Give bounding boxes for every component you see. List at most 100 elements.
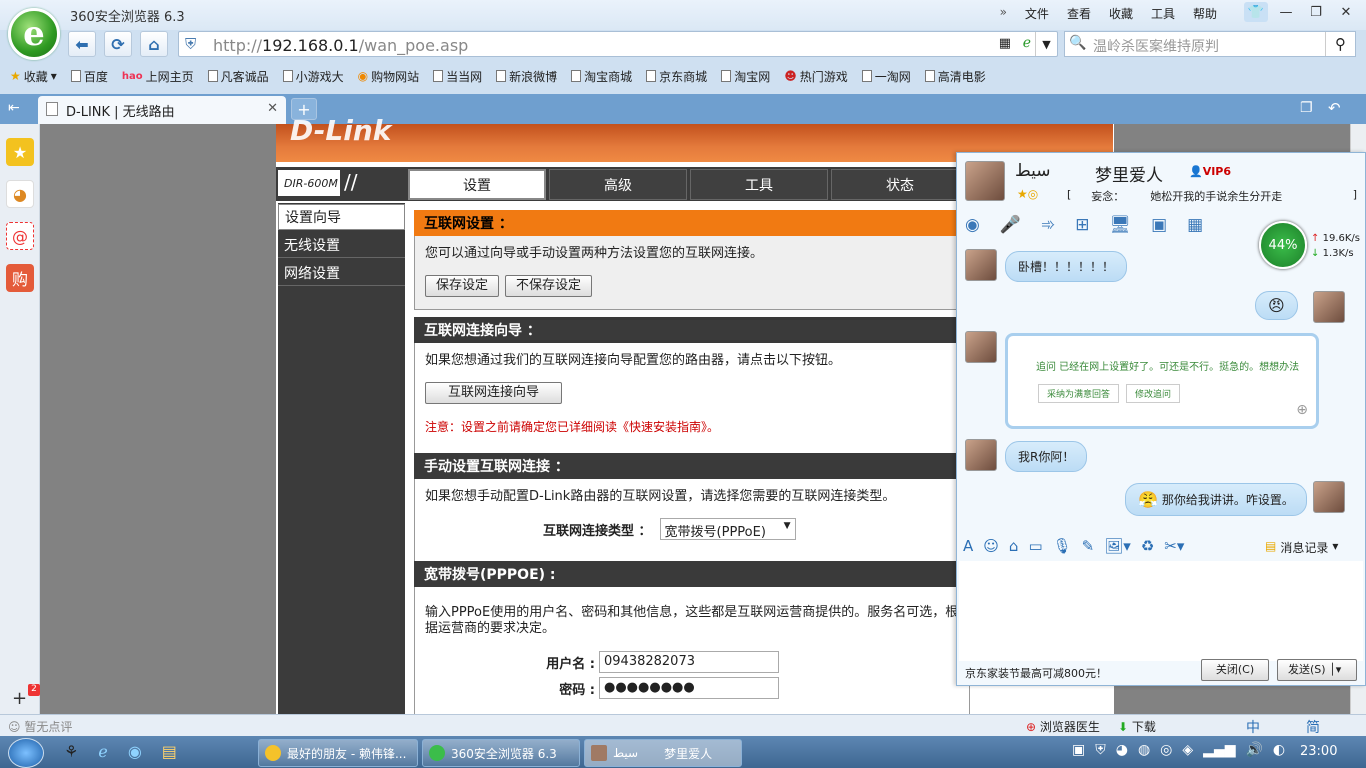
screenshot-icon[interactable]: ✂▾ bbox=[1164, 537, 1184, 555]
voice-message-icon[interactable]: 🎙 bbox=[1053, 537, 1072, 555]
search-box[interactable]: 🔍 温岭杀医案维持原判 ⚲ bbox=[1064, 31, 1356, 57]
volume-icon[interactable]: 🔊 bbox=[1245, 742, 1262, 758]
clock[interactable]: 23:00 bbox=[1300, 744, 1337, 759]
browser-icon[interactable]: ◉ bbox=[128, 742, 142, 761]
tab-tools[interactable]: 工具 bbox=[690, 169, 828, 200]
rating-status[interactable]: ☺ 暂无点评 bbox=[8, 718, 72, 735]
search-icon[interactable]: ⚲ bbox=[1325, 32, 1355, 56]
url-text[interactable]: http://192.168.0.1/wan_poe.asp bbox=[213, 36, 468, 55]
undo-close-icon[interactable]: ↶ bbox=[1328, 99, 1341, 117]
send-button[interactable]: 发送(S) │▾ bbox=[1277, 659, 1357, 681]
emoji-picker-icon[interactable]: ☺ bbox=[983, 537, 999, 555]
more-icon[interactable]: » bbox=[991, 5, 1016, 22]
security-icon[interactable]: ⛨ bbox=[1095, 742, 1106, 758]
weibo-icon[interactable]: ◕ bbox=[6, 180, 34, 208]
bookmark-item[interactable]: hao 上网主页 bbox=[122, 68, 194, 85]
browser-logo[interactable]: e bbox=[8, 8, 60, 60]
message-input[interactable] bbox=[959, 561, 1363, 661]
browser-doctor-button[interactable]: ⊕ 浏览器医生 bbox=[1026, 718, 1100, 735]
contact-name[interactable]: 梦里爱人 bbox=[1095, 161, 1163, 186]
favorites-button[interactable]: ★ 收藏 ▾ bbox=[10, 68, 57, 85]
tab-setup[interactable]: 设置 bbox=[408, 169, 546, 200]
search-engine-icon[interactable]: 🔍 bbox=[1069, 35, 1086, 51]
bookmark-item[interactable]: ◉ 购物网站 bbox=[358, 68, 420, 85]
search-input[interactable]: 温岭杀医案维持原判 bbox=[1093, 36, 1219, 56]
dont-save-settings-button[interactable]: 不保存设定 bbox=[505, 275, 593, 297]
menu-file[interactable]: 文件 bbox=[1016, 5, 1058, 22]
explorer-icon[interactable]: ▤ bbox=[162, 742, 177, 761]
bookmark-item[interactable]: ☻ 热门游戏 bbox=[784, 68, 848, 85]
modify-question-button[interactable]: 修改追问 bbox=[1126, 384, 1181, 403]
address-bar[interactable]: ⛨ http://192.168.0.1/wan_poe.asp ▦ ℯ ▼ bbox=[178, 31, 1058, 57]
remote-desktop-icon[interactable]: 🖥 bbox=[1110, 215, 1132, 235]
gallery-icon[interactable]: ▭ bbox=[1028, 537, 1042, 555]
bookmark-item[interactable]: 淘宝商城 bbox=[571, 68, 632, 85]
ie-icon[interactable]: ℯ bbox=[98, 742, 107, 761]
bookmark-item[interactable]: 一淘网 bbox=[861, 68, 911, 85]
restore-button[interactable]: ❐ bbox=[1304, 2, 1328, 22]
ime-mode[interactable]: 中 bbox=[1246, 717, 1260, 737]
close-icon[interactable]: ✕ bbox=[267, 101, 278, 116]
signal-icon[interactable]: ▂▄▆ bbox=[1203, 742, 1235, 758]
video-call-icon[interactable]: ◉ bbox=[965, 215, 980, 235]
bookmark-item[interactable]: 小游戏大 bbox=[282, 68, 344, 85]
menu-tools[interactable]: 工具 bbox=[1142, 5, 1184, 22]
mail-icon[interactable]: @ bbox=[6, 222, 34, 250]
doodle-icon[interactable]: ✎ bbox=[1082, 537, 1095, 555]
history-button[interactable]: ▤ 消息记录 ▾ bbox=[1265, 539, 1338, 556]
skin-icon[interactable]: 👕 bbox=[1244, 2, 1268, 22]
task-music[interactable]: 最好的朋友 - 赖伟锋... bbox=[258, 739, 418, 767]
menu-wireless-settings[interactable]: 无线设置 bbox=[278, 232, 405, 258]
ad-text[interactable]: 京东家装节最高可减800元！ bbox=[965, 665, 1107, 681]
screen-share-icon[interactable]: ▣ bbox=[1151, 215, 1167, 235]
apps-icon[interactable]: ▦ bbox=[1187, 215, 1203, 235]
bookmark-item[interactable]: 京东商城 bbox=[646, 68, 707, 85]
bookmark-item[interactable]: 高清电影 bbox=[924, 68, 986, 85]
tab-advanced[interactable]: 高级 bbox=[549, 169, 687, 200]
image-icon[interactable]: 🖼▾ bbox=[1104, 537, 1131, 555]
password-field[interactable]: ●●●●●●●● bbox=[599, 677, 779, 699]
menu-help[interactable]: 帮助 bbox=[1184, 5, 1226, 22]
close-chat-button[interactable]: 关闭(C) bbox=[1201, 659, 1269, 681]
contact-avatar[interactable] bbox=[965, 161, 1005, 201]
add-icon[interactable]: + bbox=[12, 688, 27, 709]
restore-tabs-icon[interactable]: ❐ bbox=[1300, 100, 1313, 116]
ie-mode-icon[interactable]: ℯ bbox=[1023, 35, 1031, 51]
refresh-button[interactable]: ⟳ bbox=[104, 31, 132, 57]
wizard-button[interactable]: 互联网连接向导 bbox=[425, 382, 563, 404]
accept-answer-button[interactable]: 采纳为满意回答 bbox=[1038, 384, 1120, 403]
tab-status[interactable]: 状态 bbox=[831, 169, 969, 200]
zoom-icon[interactable]: ⊕ bbox=[1296, 402, 1308, 418]
menu-setup-wizard[interactable]: 设置向导 bbox=[278, 204, 405, 230]
home-button[interactable]: ⌂ bbox=[140, 31, 168, 57]
save-settings-button[interactable]: 保存设定 bbox=[425, 275, 500, 297]
sidebar-toggle-icon[interactable]: ⇤ bbox=[8, 100, 20, 116]
menu-favorites[interactable]: 收藏 bbox=[1100, 5, 1142, 22]
bookmark-item[interactable]: 百度 bbox=[70, 68, 108, 85]
username-field[interactable]: 09438282073 bbox=[599, 651, 779, 673]
tab-dlink[interactable]: D-LINK | 无线路由 ✕ bbox=[38, 96, 286, 124]
menu-view[interactable]: 查看 bbox=[1058, 5, 1100, 22]
app-icon[interactable]: ⚘ bbox=[64, 742, 78, 761]
bookmark-item[interactable]: 淘宝网 bbox=[721, 68, 770, 85]
chevron-down-icon[interactable]: ▼ bbox=[1035, 32, 1057, 56]
favorites-icon[interactable]: ★ bbox=[6, 138, 34, 166]
tray-icon[interactable]: ◎ bbox=[1160, 742, 1172, 758]
voice-call-icon[interactable]: 🎤 bbox=[1000, 215, 1021, 235]
font-icon[interactable]: A bbox=[963, 537, 973, 555]
network-meter[interactable]: 44% bbox=[1259, 221, 1307, 269]
tray-icon[interactable]: ◐ bbox=[1273, 742, 1285, 758]
ime-simplified[interactable]: 简 bbox=[1306, 717, 1320, 737]
start-button[interactable] bbox=[8, 738, 44, 768]
download-button[interactable]: ⬇ 下载 bbox=[1118, 718, 1156, 735]
tray-icon[interactable]: ◈ bbox=[1182, 742, 1193, 758]
qq-tray-icon[interactable]: ◕ bbox=[1116, 742, 1128, 758]
group-add-icon[interactable]: ⊞ bbox=[1075, 215, 1089, 235]
menu-network-settings[interactable]: 网络设置 bbox=[278, 260, 405, 286]
shake-icon[interactable]: ⌂ bbox=[1009, 537, 1019, 555]
qr-icon[interactable]: ▦ bbox=[999, 36, 1011, 51]
shared-card[interactable]: 追问 已经在网上设置好了。可还是不行。挺急的。想想办法 采纳为满意回答 修改追问… bbox=[1005, 333, 1319, 429]
tray-icon[interactable]: ◍ bbox=[1138, 742, 1150, 758]
back-button[interactable]: ⬅ bbox=[68, 31, 96, 57]
bookmark-item[interactable]: 新浪微博 bbox=[496, 68, 557, 85]
